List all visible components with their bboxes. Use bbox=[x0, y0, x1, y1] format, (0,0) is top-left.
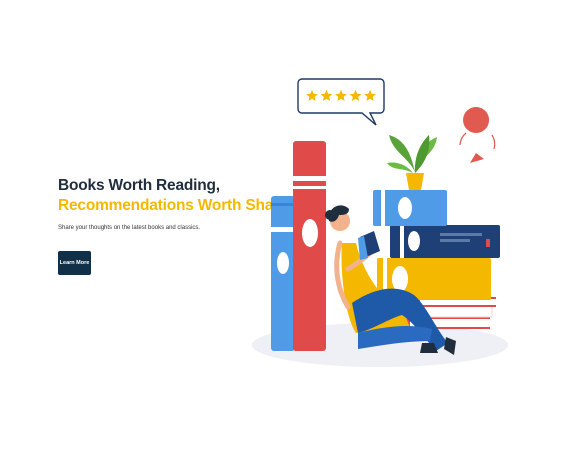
heart-icon bbox=[459, 107, 496, 163]
reading-illustration bbox=[252, 78, 508, 367]
rating-bubble bbox=[297, 78, 385, 126]
learn-more-button[interactable]: Learn More bbox=[58, 251, 91, 275]
tall-red-book bbox=[293, 141, 326, 351]
potted-plant bbox=[387, 135, 437, 190]
tall-blue-book bbox=[271, 196, 295, 351]
